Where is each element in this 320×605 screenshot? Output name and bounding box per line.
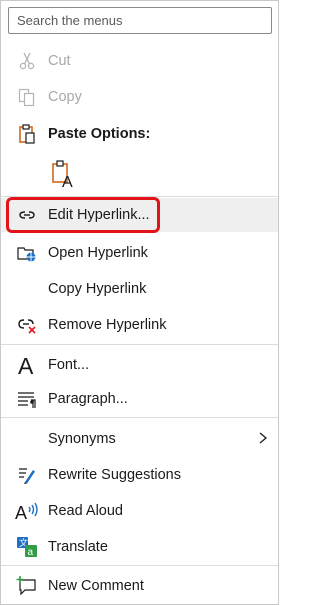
menu-item-label: Copy Hyperlink xyxy=(48,281,147,297)
font-icon: A xyxy=(15,353,39,377)
translate-icon: 文 a xyxy=(15,535,39,559)
separator xyxy=(1,417,278,418)
menu-item-read-aloud[interactable]: A Read Aloud xyxy=(1,494,278,528)
new-comment-icon xyxy=(15,574,39,598)
rewrite-icon xyxy=(15,463,39,487)
menu-item-font[interactable]: A Font... xyxy=(1,348,278,382)
menu-item-open-hyperlink[interactable]: Open Hyperlink xyxy=(1,236,278,270)
paste-text-only-icon: A xyxy=(49,160,75,192)
search-menus-input[interactable] xyxy=(8,7,272,34)
copy-icon xyxy=(15,85,39,109)
separator xyxy=(1,565,278,566)
menu-item-cut[interactable]: Cut xyxy=(1,44,278,78)
menu-item-label: Read Aloud xyxy=(48,503,123,519)
separator xyxy=(1,344,278,345)
menu-item-label: Paragraph... xyxy=(48,391,128,407)
context-menu: Cut Copy Paste Options: A xyxy=(0,0,279,605)
svg-text:A: A xyxy=(18,353,34,377)
svg-text:A: A xyxy=(62,174,73,189)
paragraph-icon xyxy=(15,387,39,411)
menu-item-synonyms[interactable]: Synonyms xyxy=(1,422,278,456)
open-link-icon xyxy=(15,241,39,265)
menu-item-label: Rewrite Suggestions xyxy=(48,467,181,483)
menu-item-label: Remove Hyperlink xyxy=(48,317,167,333)
svg-text:a: a xyxy=(28,547,34,558)
remove-link-icon xyxy=(15,313,39,337)
menu-item-label: Open Hyperlink xyxy=(48,245,148,261)
highlight-annotation xyxy=(6,197,160,233)
chevron-right-icon xyxy=(258,431,268,448)
menu-item-label: New Comment xyxy=(48,578,144,594)
svg-text:A: A xyxy=(15,503,27,522)
menu-item-rewrite-suggestions[interactable]: Rewrite Suggestions xyxy=(1,458,278,492)
paste-options-label: Paste Options: xyxy=(48,126,151,142)
menu-item-remove-hyperlink[interactable]: Remove Hyperlink xyxy=(1,308,278,342)
menu-item-label: Copy xyxy=(48,89,82,105)
menu-item-label: Font... xyxy=(48,357,90,373)
menu-item-copy-hyperlink[interactable]: Copy Hyperlink xyxy=(1,272,278,306)
scissors-icon xyxy=(15,49,39,73)
paste-options-header: Paste Options: xyxy=(1,117,278,151)
menu-item-copy[interactable]: Copy xyxy=(1,80,278,114)
menu-item-label: Translate xyxy=(48,539,108,555)
menu-item-paragraph[interactable]: Paragraph... xyxy=(1,382,278,416)
read-aloud-icon: A xyxy=(15,499,39,523)
menu-item-new-comment[interactable]: New Comment xyxy=(1,569,278,603)
menu-item-translate[interactable]: 文 a Translate xyxy=(1,530,278,564)
menu-item-label: Cut xyxy=(48,53,71,69)
paste-keep-text-only-button[interactable]: A xyxy=(49,159,77,192)
clipboard-icon xyxy=(15,122,39,146)
menu-item-label: Synonyms xyxy=(48,431,116,447)
